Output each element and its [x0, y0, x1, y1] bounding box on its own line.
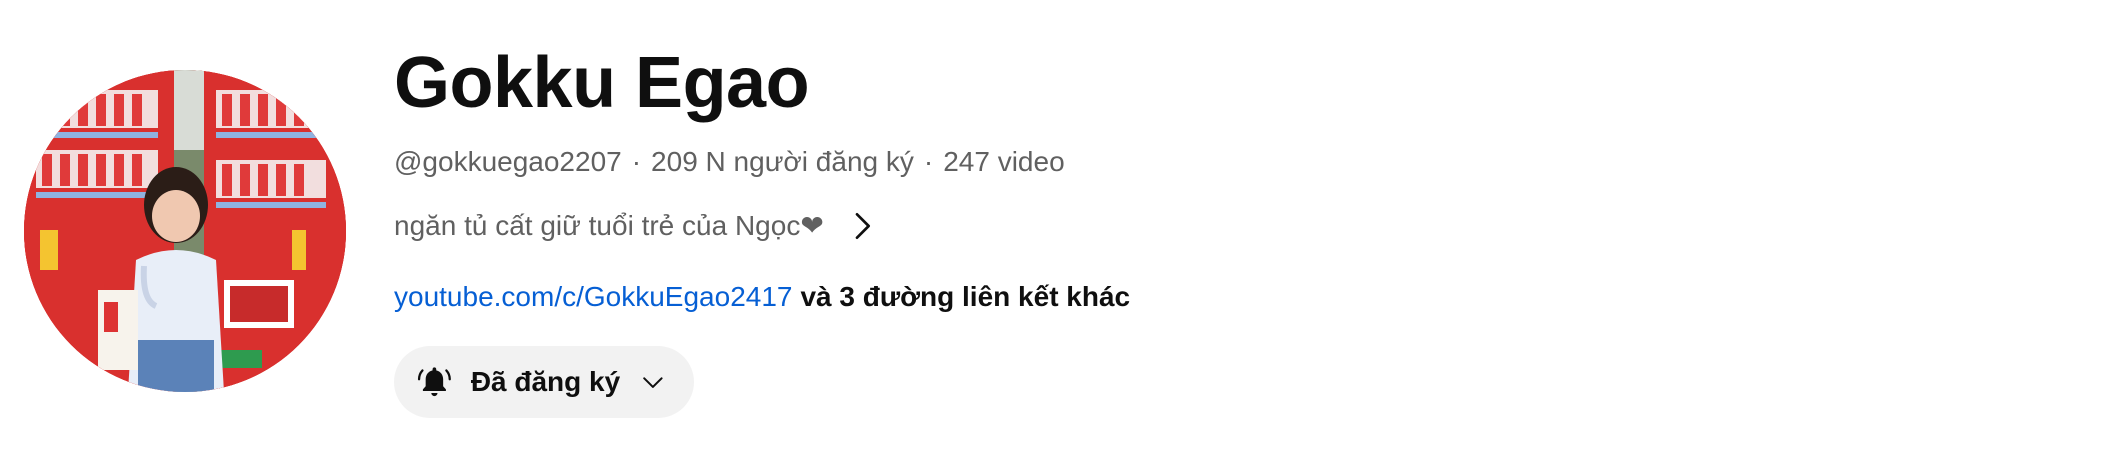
- more-links-button[interactable]: và 3 đường liên kết khác: [800, 281, 1130, 312]
- subscribed-button[interactable]: Đã đăng ký: [394, 346, 694, 418]
- channel-links: youtube.com/c/GokkuEgao2417 và 3 đường li…: [394, 277, 1130, 317]
- channel-header: Gokku Egao @gokkuegao2207 · 209 N người đă…: [0, 0, 2108, 452]
- video-count: 247 video: [943, 146, 1065, 177]
- description-text: ngăn tủ cất giữ tuổi trẻ của Ngọc❤: [394, 210, 824, 241]
- channel-description[interactable]: ngăn tủ cất giữ tuổi trẻ của Ngọc❤: [394, 206, 882, 246]
- meta-separator: ·: [923, 146, 934, 177]
- subscriber-count: 209 N người đăng ký: [651, 146, 914, 177]
- bell-icon: [417, 367, 451, 397]
- channel-meta: @gokkuegao2207 · 209 N người đăng ký · 247 v…: [394, 142, 1065, 182]
- chevron-down-icon: [643, 377, 663, 388]
- chevron-right-icon[interactable]: [842, 206, 882, 246]
- avatar-photo: [24, 70, 346, 392]
- meta-separator: ·: [631, 146, 642, 177]
- channel-name: Gokku Egao: [394, 43, 810, 123]
- channel-url-link[interactable]: youtube.com/c/GokkuEgao2417: [394, 281, 792, 312]
- channel-handle: @gokkuegao2207: [394, 146, 622, 177]
- channel-avatar[interactable]: [24, 70, 346, 392]
- subscribe-button-label: Đã đăng ký: [470, 366, 621, 397]
